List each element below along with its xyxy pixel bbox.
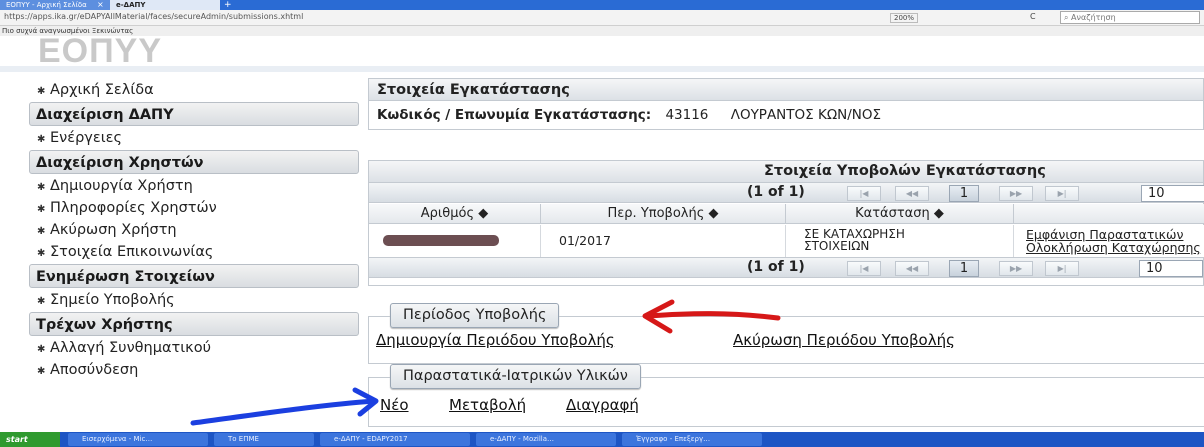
gear-bullet-icon: ✱: [37, 296, 46, 307]
sidebar-section-heading: Διαχείριση Χρηστών: [29, 150, 359, 174]
cell-number: [369, 225, 541, 257]
sidebar-menu: ✱ Αρχική Σελίδα Διαχείριση ΔΑΠΥ ✱ Ενέργειες Δ…: [29, 79, 359, 381]
gear-bullet-icon: ✱: [37, 134, 46, 145]
cell-actions: Εμφάνιση Παραστατικών Ολοκλήρωση Καταχώρ…: [1014, 225, 1204, 257]
installation-name: ΛΟΥΡΑΝΤΟΣ ΚΩΝ/ΝΟΣ: [730, 107, 882, 123]
current-page-button-bottom[interactable]: 1: [949, 260, 979, 277]
gear-bullet-icon: ✱: [37, 86, 46, 97]
sidebar-item-label: Πληροφορίες Χρηστών: [50, 200, 217, 216]
sidebar-item-7[interactable]: ✱ Στοιχεία Επικοινωνίας: [29, 241, 359, 263]
sidebar-item-label: Ακύρωση Χρήστη: [50, 222, 177, 238]
cell-status: ΣΕ ΚΑΤΑΧΩΡΗΣΗ ΣΤΟΙΧΕΙΩΝ: [786, 225, 1014, 257]
taskbar-item[interactable]: Έγγραφο - Επεξεργ…: [622, 433, 762, 446]
redacted-number: [383, 235, 499, 246]
taskbar-item[interactable]: Εισερχόμενα - Mic…: [68, 433, 208, 446]
sidebar-section-heading: Τρέχων Χρήστης: [29, 312, 359, 336]
sidebar-item-label: Αρχική Σελίδα: [50, 82, 154, 98]
gear-bullet-icon: ✱: [37, 344, 46, 355]
prev-page-button-bottom[interactable]: ◀◀: [895, 261, 929, 276]
taskbar-item[interactable]: e-ΔΑΠΥ - EDAPY2017: [320, 433, 470, 446]
next-page-button-bottom[interactable]: ▶▶: [999, 261, 1033, 276]
column-header-period[interactable]: Περ. Υποβολής ◆: [541, 204, 786, 224]
reload-icon[interactable]: C: [1030, 12, 1036, 21]
submissions-title: Στοιχεία Υποβολών Εγκατάστασης: [369, 161, 1203, 182]
sidebar-item-5[interactable]: ✱ Πληροφορίες Χρηστών: [29, 197, 359, 219]
column-header-actions: [1014, 204, 1204, 224]
sidebar-item-label: Ενέργειες: [50, 130, 122, 146]
browser-tab-edapy[interactable]: e-ΔΑΠΥ: [110, 0, 220, 10]
zoom-level[interactable]: 200%: [890, 13, 919, 23]
current-page-button[interactable]: 1: [949, 185, 979, 202]
sidebar-item-label: Σημείο Υποβολής: [50, 292, 175, 308]
installation-panel: Στοιχεία Εγκατάστασης Κωδικός / Επωνυμία…: [368, 78, 1204, 130]
last-page-button-bottom[interactable]: ▶|: [1045, 261, 1079, 276]
pager-count: (1 of 1): [747, 184, 805, 200]
table-row: 01/2017 ΣΕ ΚΑΤΑΧΩΡΗΣΗ ΣΤΟΙΧΕΙΩΝ Εμφάνιση…: [369, 225, 1204, 257]
bookmarks-bar[interactable]: Πιο συχνά αναγνωσμένοι Ξεκινώντας: [0, 26, 1204, 36]
first-page-button-bottom[interactable]: |◀: [847, 261, 881, 276]
gear-bullet-icon: ✱: [37, 366, 46, 377]
delete-link[interactable]: Διαγραφή: [566, 396, 639, 414]
column-header-number[interactable]: Αριθμός ◆: [369, 204, 541, 224]
search-placeholder: Αναζήτηση: [1071, 13, 1116, 22]
browser-search-input[interactable]: ⌕ Αναζήτηση: [1060, 11, 1200, 24]
installation-panel-title: Στοιχεία Εγκατάστασης: [369, 79, 1203, 101]
complete-entry-link[interactable]: Ολοκλήρωση Καταχώρησης: [1026, 241, 1204, 254]
status-line-2: ΣΤΟΙΧΕΙΩΝ: [804, 239, 870, 253]
page-size-select-bottom[interactable]: 10: [1139, 260, 1203, 277]
blue-arrow: [190, 387, 379, 426]
submissions-panel: Στοιχεία Υποβολών Εγκατάστασης (1 of 1) …: [368, 160, 1204, 286]
close-tab-icon[interactable]: ×: [97, 0, 104, 10]
taskbar-item[interactable]: Το ΕΠΜΕ: [214, 433, 314, 446]
sidebar-item-6[interactable]: ✱ Ακύρωση Χρήστη: [29, 219, 359, 241]
first-page-button[interactable]: |◀: [847, 186, 881, 201]
search-icon: ⌕: [1064, 13, 1072, 22]
cancel-period-link[interactable]: Ακύρωση Περιόδου Υποβολής: [733, 331, 955, 349]
new-tab-icon[interactable]: +: [224, 0, 232, 10]
create-period-link[interactable]: Δημιουργία Περιόδου Υποβολής: [376, 331, 615, 349]
start-button[interactable]: start: [0, 432, 60, 447]
sidebar-item-2[interactable]: ✱ Ενέργειες: [29, 127, 359, 149]
installation-code: 43116: [665, 107, 709, 123]
prev-page-button[interactable]: ◀◀: [895, 186, 929, 201]
pager-count-bottom: (1 of 1): [747, 259, 805, 275]
installation-code-label: Κωδικός / Επωνυμία Εγκατάστασης:: [377, 107, 652, 123]
browser-tab-home[interactable]: ΕΟΠΥΥ - Αρχική Σελίδα: [0, 0, 110, 10]
sidebar-item-4[interactable]: ✱ Δημιουργία Χρήστη: [29, 175, 359, 197]
sidebar-item-0[interactable]: ✱ Αρχική Σελίδα: [29, 79, 359, 101]
address-bar[interactable]: https://apps.ika.gr/eDAPYAllMaterial/fac…: [4, 12, 303, 21]
cell-period: 01/2017: [541, 225, 786, 257]
period-legend: Περίοδος Υποβολής: [390, 303, 560, 328]
taskbar-item[interactable]: e-ΔΑΠΥ - Mozilla…: [476, 433, 616, 446]
last-page-button[interactable]: ▶|: [1045, 186, 1079, 201]
sidebar-section-heading: Ενημέρωση Στοιχείων: [29, 264, 359, 288]
pager-bottom: (1 of 1) |◀ ◀◀ 1 ▶▶ ▶| 10: [369, 257, 1203, 278]
page-header-band: [0, 66, 1204, 72]
sidebar-item-11[interactable]: ✱ Αλλαγή Συνθηματικού: [29, 337, 359, 359]
installation-code-row: Κωδικός / Επωνυμία Εγκατάστασης: 43116 Λ…: [377, 107, 881, 123]
gear-bullet-icon: ✱: [37, 248, 46, 259]
gear-bullet-icon: ✱: [37, 226, 46, 237]
sidebar-item-12[interactable]: ✱ Αποσύνδεση: [29, 359, 359, 381]
windows-taskbar: start Εισερχόμενα - Mic… Το ΕΠΜΕ e-ΔΑΠΥ …: [0, 432, 1204, 447]
gear-bullet-icon: ✱: [37, 204, 46, 215]
browser-tab-bar: ΕΟΠΥΥ - Αρχική Σελίδα × e-ΔΑΠΥ +: [0, 0, 1204, 10]
modify-link[interactable]: Μεταβολή: [449, 396, 526, 414]
materials-legend: Παραστατικά-Ιατρικών Υλικών: [390, 364, 641, 389]
sidebar-item-label: Δημιουργία Χρήστη: [50, 178, 193, 194]
sidebar-item-label: Αποσύνδεση: [50, 362, 139, 378]
eopyy-logo: ΕΟΠΥΥ: [38, 32, 163, 67]
pager-top: (1 of 1) |◀ ◀◀ 1 ▶▶ ▶| 10: [369, 182, 1204, 203]
new-link[interactable]: Νέο: [380, 396, 409, 414]
sidebar-item-9[interactable]: ✱ Σημείο Υποβολής: [29, 289, 359, 311]
next-page-button[interactable]: ▶▶: [999, 186, 1033, 201]
sidebar-item-label: Στοιχεία Επικοινωνίας: [50, 244, 214, 260]
submissions-table-header: Αριθμός ◆ Περ. Υποβολής ◆ Κατάσταση ◆: [369, 204, 1204, 224]
browser-nav-bar: https://apps.ika.gr/eDAPYAllMaterial/fac…: [0, 10, 1204, 26]
sidebar-section-heading: Διαχείριση ΔΑΠΥ: [29, 102, 359, 126]
sidebar-item-label: Αλλαγή Συνθηματικού: [50, 340, 211, 356]
page-size-select[interactable]: 10: [1141, 185, 1204, 202]
gear-bullet-icon: ✱: [37, 182, 46, 193]
column-header-status[interactable]: Κατάσταση ◆: [786, 204, 1014, 224]
